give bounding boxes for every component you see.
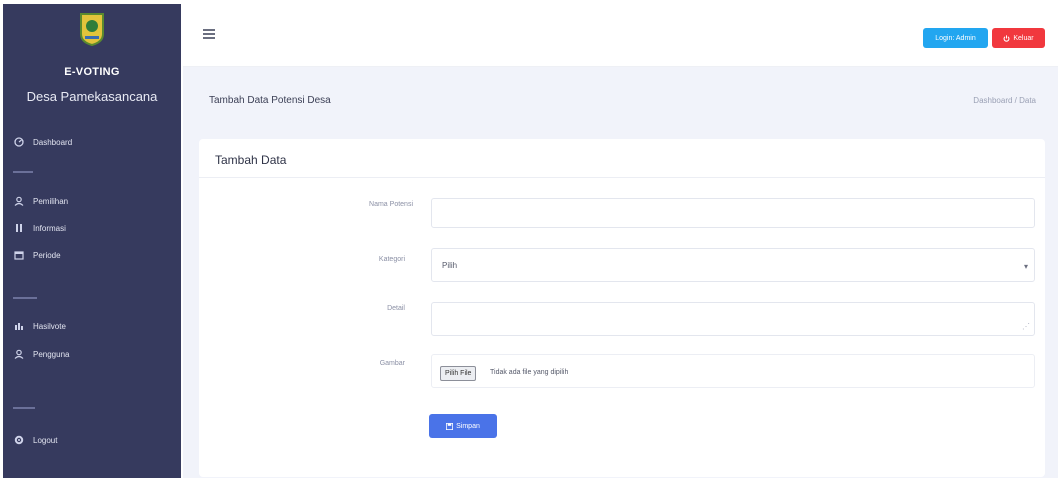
logout-label: Keluar [1013,34,1034,42]
card-divider [199,177,1045,178]
sidebar-item-label: Dashboard [33,137,73,147]
resize-handle-icon[interactable]: ⋰ [1022,322,1030,331]
sidebar-item-label: Informasi [33,223,66,233]
bar-chart-icon [13,320,25,332]
category-label: Kategori [378,256,405,263]
top-navbar: Login: Admin Keluar [183,4,1058,67]
form-card: Tambah Data Nama Potensi Kategori Pilih … [199,139,1045,477]
sidebar-item-informasi[interactable]: Informasi [3,217,181,239]
category-select[interactable]: Pilih ▾ [431,248,1035,282]
sidebar-item-label: Logout [33,435,58,445]
page-title: Tambah Data Potensi Desa [209,95,331,106]
detail-textarea[interactable]: ⋰ [431,302,1035,336]
hamburger-menu-icon[interactable] [203,29,215,40]
user-icon [13,348,25,360]
user-icon [13,195,25,207]
sidebar-item-label: Pengguna [33,349,70,359]
app-window: E-VOTING Desa Pamekasancana Dashboard Pe… [0,0,1061,482]
detail-label: Detail [387,305,405,312]
chevron-down-icon: ▾ [1023,262,1028,271]
image-label: Gambar [379,360,405,367]
main-content: Tambah Data Potensi Desa Dashboard / Dat… [183,67,1058,478]
save-label: Simpan [456,422,480,430]
sidebar-item-dashboard[interactable]: Dashboard [3,131,181,153]
sidebar-item-periode[interactable]: Periode [3,244,181,266]
brand-subtitle: Desa Pamekasancana [26,89,158,104]
dashboard-icon [13,136,25,148]
sidebar-item-label: Hasilvote [33,321,66,331]
save-icon [446,422,454,430]
section-divider [13,407,35,409]
brand-title: E-VOTING [64,66,120,78]
logout-button[interactable]: Keluar [992,28,1045,48]
calendar-icon [13,249,25,261]
section-divider [13,297,37,299]
sidebar-item-pengguna[interactable]: Pengguna [3,343,181,365]
logo-emblem [80,13,104,46]
power-icon [1003,34,1010,42]
sidebar-item-pemilihan[interactable]: Pemilihan [3,190,181,212]
sidebar-item-label: Pemilihan [33,196,69,206]
image-file-input[interactable]: Pilih File Tidak ada file yang dipilih [431,354,1035,388]
save-button[interactable]: Simpan [429,414,497,438]
file-status-text: Tidak ada file yang dipilih [490,369,569,376]
user-button[interactable]: Login: Admin [923,28,988,48]
card-title: Tambah Data [215,153,287,167]
choose-file-button[interactable]: Pilih File [440,366,477,381]
sidebar-item-logout[interactable]: Logout [3,429,181,451]
breadcrumb: Dashboard / Data [973,96,1036,105]
settings-icon [13,434,25,446]
sidebar-item-hasilvote[interactable]: Hasilvote [3,315,181,337]
section-divider [13,171,33,173]
category-select-value: Pilih [442,261,458,270]
name-label: Nama Potensi [369,201,413,208]
sidebar-item-label: Periode [33,250,61,260]
list-icon [13,222,25,234]
sidebar: E-VOTING Desa Pamekasancana Dashboard Pe… [3,4,181,478]
name-input[interactable] [431,198,1035,228]
